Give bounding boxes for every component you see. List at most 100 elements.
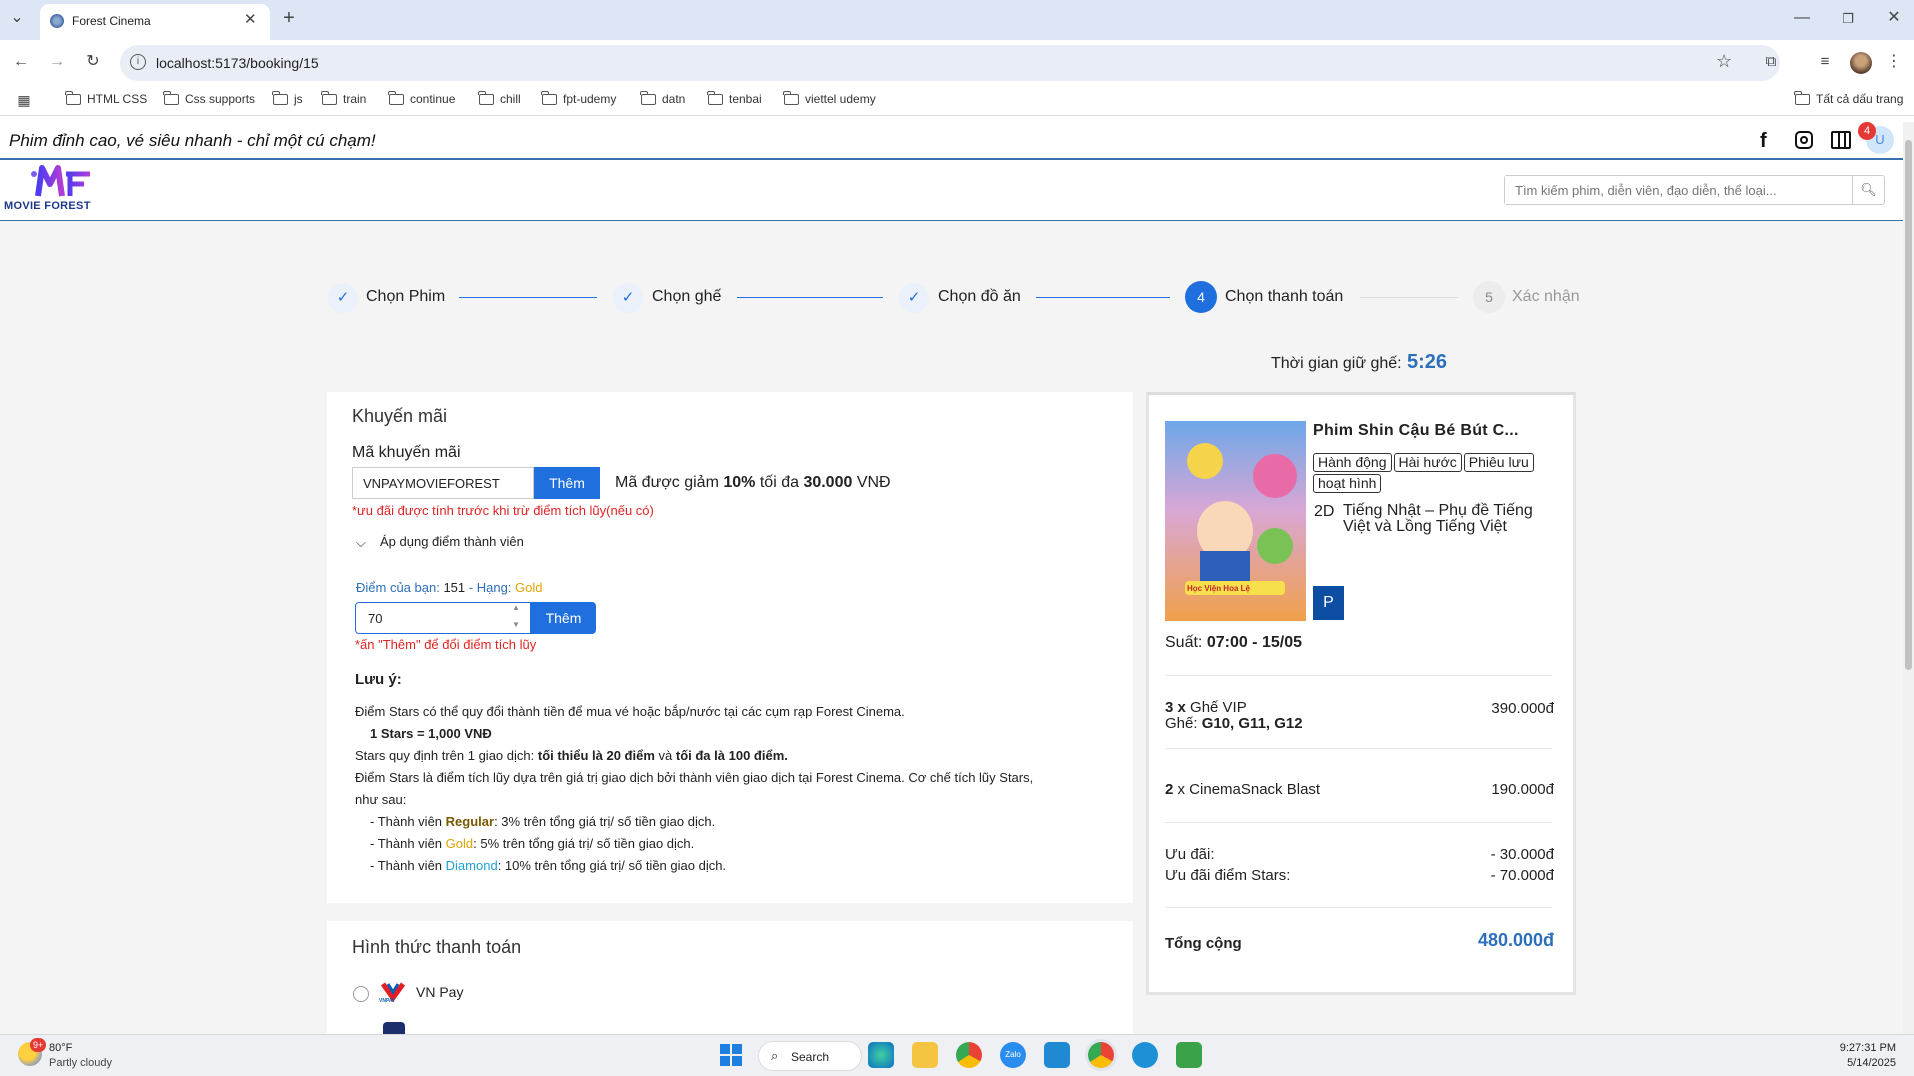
note-line-3-a: Stars quy định trên 1 giao dịch: bbox=[355, 748, 535, 763]
search-box: 🔍︎ bbox=[1504, 175, 1885, 205]
tier-prefix: - Thành viên bbox=[370, 814, 443, 829]
add-promo-button[interactable]: Thêm bbox=[534, 467, 600, 499]
folder-icon bbox=[783, 90, 799, 105]
age-rating-badge: P bbox=[1313, 586, 1344, 620]
seat-label: Ghế: bbox=[1165, 715, 1198, 732]
folder-icon bbox=[163, 90, 179, 105]
film-icon[interactable] bbox=[1831, 131, 1851, 149]
search-icon: 🔍︎ bbox=[1860, 182, 1877, 197]
file-explorer-icon[interactable] bbox=[912, 1042, 938, 1068]
scrollbar-thumb[interactable] bbox=[1905, 140, 1912, 670]
promo-discount-text: Mã được giảm 10% tối đa 30.000 VNĐ bbox=[615, 474, 891, 492]
seat-list: G10, G11, G12 bbox=[1201, 715, 1303, 732]
browser-tab[interactable]: Forest Cinema ✕ bbox=[40, 4, 270, 40]
chrome-active-icon[interactable] bbox=[1088, 1042, 1114, 1068]
weather-desc: Partly cloudy bbox=[49, 1057, 112, 1069]
menu-kebab-icon[interactable]: ⋮ bbox=[1884, 52, 1904, 72]
bookmark-train[interactable]: train bbox=[321, 90, 366, 106]
bookmark-label: HTML CSS bbox=[87, 92, 148, 106]
minimize-icon[interactable]: — bbox=[1792, 8, 1812, 28]
logo-text: MOVIE FOREST bbox=[4, 200, 91, 212]
reload-icon[interactable]: ↻ bbox=[82, 52, 104, 72]
close-tab-icon[interactable]: ✕ bbox=[244, 10, 257, 28]
bookmark-fpt-udemy[interactable]: fpt-udemy bbox=[541, 90, 616, 106]
address-bar[interactable]: i localhost:5173/booking/15 ☆ bbox=[120, 45, 1780, 81]
bookmark-label: continue bbox=[410, 92, 456, 106]
restore-icon[interactable]: ❐ bbox=[1838, 9, 1858, 29]
bookmark-label: chill bbox=[500, 92, 521, 106]
forward-icon[interactable]: → bbox=[46, 52, 68, 72]
step-2-check-icon: ✓ bbox=[613, 283, 643, 313]
clock-date: 5/14/2025 bbox=[1847, 1057, 1896, 1069]
note-line-5: như sau: bbox=[355, 792, 407, 807]
total-label: Tổng cộng bbox=[1165, 935, 1242, 952]
stepper-up-icon[interactable]: ▲ bbox=[512, 603, 520, 612]
excel-icon[interactable] bbox=[1176, 1042, 1202, 1068]
bookmark-js[interactable]: js bbox=[272, 90, 303, 106]
movie-title: Phim Shin Cậu Bé Bút C... bbox=[1313, 422, 1519, 439]
vscode-icon[interactable] bbox=[1044, 1042, 1070, 1068]
step-connector bbox=[1360, 297, 1458, 298]
member-points-toggle[interactable]: Áp dụng điểm thành viên bbox=[380, 534, 524, 549]
points-label: Điểm của bạn: bbox=[356, 580, 440, 595]
hold-timer-value: 5:26 bbox=[1407, 351, 1448, 373]
step-5-label: Xác nhận bbox=[1512, 288, 1580, 305]
search-input[interactable] bbox=[1505, 176, 1845, 204]
facebook-icon[interactable]: f bbox=[1760, 130, 1767, 153]
bookmark-datn[interactable]: datn bbox=[640, 90, 686, 106]
bookmark-star-icon[interactable]: ☆ bbox=[1716, 51, 1732, 72]
window-close-icon[interactable]: ✕ bbox=[1884, 8, 1904, 28]
divider bbox=[1165, 822, 1552, 823]
extensions-icon[interactable]: ⧉ bbox=[1760, 52, 1782, 72]
folder-icon bbox=[478, 90, 494, 105]
redeem-points-button[interactable]: Thêm bbox=[531, 602, 596, 634]
clock-time: 9:27:31 PM bbox=[1839, 1042, 1896, 1054]
bookmark-css-supports[interactable]: Css supports bbox=[163, 90, 255, 106]
site-logo[interactable]: MOVIE FOREST bbox=[4, 162, 122, 212]
media-control-icon[interactable]: ≡ bbox=[1814, 52, 1836, 72]
points-info: Điểm của bạn: 151 - Hạng: Gold bbox=[356, 580, 543, 595]
tab-list-icon[interactable]: ⌄ bbox=[6, 8, 28, 28]
tier-name: Gold bbox=[445, 836, 474, 851]
vnpay-label[interactable]: VN Pay bbox=[416, 984, 463, 1000]
chevron-down-icon[interactable]: ⌵ bbox=[356, 535, 366, 551]
bookmark-tenbai[interactable]: tenbai bbox=[707, 90, 762, 106]
step-4-number: 4 bbox=[1185, 281, 1217, 313]
back-icon[interactable]: ← bbox=[10, 52, 32, 72]
points-input[interactable]: 70 ▲ ▼ bbox=[355, 602, 531, 634]
apps-grid-icon[interactable]: ▦ bbox=[14, 90, 34, 110]
rank-label: - Hạng: bbox=[468, 580, 512, 595]
stars-discount-value: - 70.000đ bbox=[1490, 867, 1554, 884]
edge-icon[interactable] bbox=[868, 1042, 894, 1068]
all-bookmarks[interactable]: Tất cả dấu trang bbox=[1794, 90, 1903, 106]
folder-icon bbox=[388, 90, 404, 105]
app-icon[interactable] bbox=[1132, 1042, 1158, 1068]
new-tab-icon[interactable]: + bbox=[278, 8, 300, 28]
windows-start-icon[interactable] bbox=[720, 1044, 742, 1066]
discount-value: - 30.000đ bbox=[1490, 846, 1554, 863]
divider bbox=[1165, 748, 1552, 749]
instagram-icon[interactable] bbox=[1795, 131, 1813, 149]
zalo-icon[interactable]: Zalo bbox=[1000, 1042, 1026, 1068]
chrome-icon[interactable] bbox=[956, 1042, 982, 1068]
search-button[interactable]: 🔍︎ bbox=[1852, 176, 1884, 204]
tier-regular: - Thành viên Regular: 3% trên tổng giá t… bbox=[370, 814, 715, 829]
bookmark-continue[interactable]: continue bbox=[388, 90, 456, 106]
bookmark-viettel-udemy[interactable]: viettel udemy bbox=[783, 90, 876, 106]
bookmark-label: datn bbox=[662, 92, 686, 106]
tier-desc: : 5% trên tổng giá trị/ số tiền giao dịc… bbox=[473, 836, 695, 851]
bookmark-chill[interactable]: chill bbox=[478, 90, 521, 106]
bookmark-html-css[interactable]: HTML CSS bbox=[65, 90, 148, 106]
promo-code-input[interactable] bbox=[352, 467, 534, 499]
site-info-icon[interactable]: i bbox=[130, 54, 146, 70]
taskbar-search[interactable]: ⌕ Search bbox=[758, 1041, 862, 1071]
genre-tag: Hài hước bbox=[1393, 453, 1462, 472]
tier-diamond: - Thành viên Diamond: 10% trên tổng giá … bbox=[370, 858, 726, 873]
profile-avatar[interactable] bbox=[1850, 52, 1872, 74]
stepper-down-icon[interactable]: ▼ bbox=[512, 620, 520, 629]
note-line-3-c: và bbox=[658, 748, 673, 763]
seat-type: Ghế VIP bbox=[1190, 699, 1247, 716]
taskbar-search-label: Search bbox=[791, 1050, 830, 1064]
vnpay-radio[interactable] bbox=[353, 986, 369, 1002]
hold-timer-label: Thời gian giữ ghế: bbox=[1271, 355, 1402, 372]
